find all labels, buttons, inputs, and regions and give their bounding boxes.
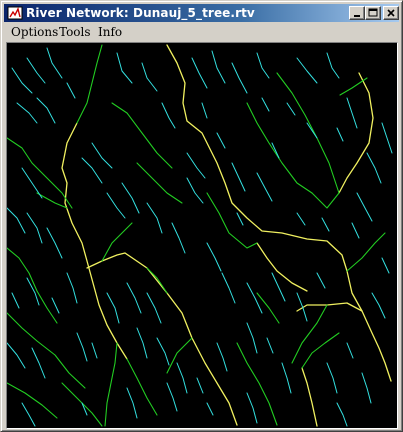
close-button[interactable] [383, 6, 399, 20]
app-window: River Network: Dunauj_5_tree.rtv Options… [0, 0, 403, 432]
minimize-icon [354, 15, 360, 17]
window-title: River Network: Dunauj_5_tree.rtv [26, 6, 255, 20]
second-order-streams [7, 44, 386, 427]
menu-info[interactable]: Info [98, 25, 122, 39]
title-bar[interactable]: River Network: Dunauj_5_tree.rtv [4, 4, 399, 22]
menu-options[interactable]: Options [11, 25, 58, 39]
app-icon [7, 6, 23, 20]
river-network-drawing [7, 44, 393, 427]
close-icon [387, 9, 395, 17]
menu-bar: Options Tools Info [4, 23, 399, 41]
river-network-map[interactable] [6, 42, 398, 429]
menu-tools[interactable]: Tools [59, 25, 91, 39]
minimize-button[interactable] [349, 6, 365, 20]
maximize-button[interactable] [365, 6, 381, 20]
maximize-icon [368, 8, 378, 17]
first-order-streams [7, 47, 393, 427]
